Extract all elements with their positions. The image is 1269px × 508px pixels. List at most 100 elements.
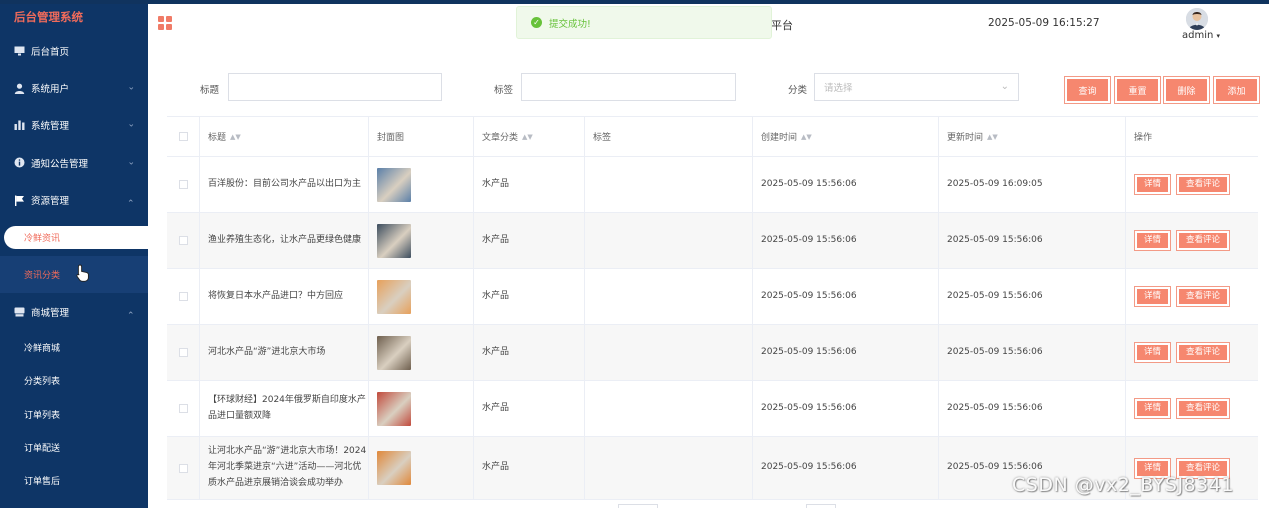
- row-title: 让河北水产品“游”进北京大市场！2024年河北季菜进京“六进”活动——河北优质水…: [200, 437, 369, 499]
- delete-button[interactable]: 删除: [1163, 76, 1210, 104]
- row-updated: 2025-05-09 16:09:05: [939, 157, 1126, 212]
- category-select[interactable]: 请选择 ⌄: [814, 73, 1019, 101]
- view-comments-button[interactable]: 查看评论: [1176, 342, 1230, 363]
- row-category: 水产品: [474, 213, 585, 268]
- add-button[interactable]: 添加: [1213, 76, 1260, 104]
- toast-message: 提交成功!: [549, 18, 591, 30]
- table-header-row: 标题 ▲▼ 封面图 文章分类 ▲▼ 标签 创建时间 ▲▼ 更新时间 ▲▼ 操作: [167, 117, 1258, 157]
- table-row[interactable]: 【环球财经】2024年俄罗斯自印度水产品进口量额双降 水产品 2025-05-0…: [167, 381, 1258, 437]
- column-header-label: 创建时间: [761, 133, 798, 143]
- row-select-cell: [167, 437, 200, 499]
- row-category: 水产品: [474, 437, 585, 499]
- tag-input[interactable]: [521, 73, 736, 101]
- sidebar-item-system-management[interactable]: 系统管理 ⌄: [0, 107, 148, 144]
- column-header-created[interactable]: 创建时间 ▲▼: [753, 117, 939, 156]
- detail-button[interactable]: 详情: [1134, 342, 1171, 363]
- sidebar-subitem-category-list[interactable]: 分类列表: [0, 364, 148, 397]
- row-created: 2025-05-09 15:56:06: [753, 213, 939, 268]
- view-comments-button[interactable]: 查看评论: [1176, 286, 1230, 307]
- row-cover-cell: [369, 269, 474, 324]
- row-checkbox[interactable]: [178, 404, 188, 413]
- table-row[interactable]: 百洋股份：目前公司水产品以出口为主 水产品 2025-05-09 15:56:0…: [167, 157, 1258, 213]
- sidebar-subitem-after-sales[interactable]: 订单售后: [0, 464, 148, 497]
- row-tag: [585, 437, 753, 499]
- article-table: 标题 ▲▼ 封面图 文章分类 ▲▼ 标签 创建时间 ▲▼ 更新时间 ▲▼ 操作 百洋股份…: [167, 116, 1258, 500]
- row-created: 2025-05-09 15:56:06: [753, 437, 939, 499]
- row-category: 水产品: [474, 325, 585, 380]
- column-header-label: 封面图: [377, 133, 405, 143]
- table-row[interactable]: 河北水产品“游”进北京大市场 水产品 2025-05-09 15:56:06 2…: [167, 325, 1258, 381]
- row-updated: 2025-05-09 15:56:06: [939, 213, 1126, 268]
- row-checkbox[interactable]: [178, 292, 188, 301]
- row-checkbox[interactable]: [178, 180, 188, 189]
- chevron-down-icon: ⌄: [127, 157, 135, 168]
- column-header-title[interactable]: 标题 ▲▼: [200, 117, 369, 156]
- detail-button[interactable]: 详情: [1134, 398, 1171, 419]
- sort-icon[interactable]: ▲▼: [522, 133, 533, 141]
- flag-icon: [14, 195, 25, 206]
- check-circle-icon: ✓: [531, 17, 542, 28]
- grid-menu-icon[interactable]: [158, 16, 172, 30]
- view-comments-button[interactable]: 查看评论: [1176, 230, 1230, 251]
- pager-stub: [618, 504, 658, 508]
- avatar[interactable]: [1186, 8, 1208, 30]
- view-comments-button[interactable]: 查看评论: [1176, 398, 1230, 419]
- sidebar-item-resources[interactable]: 资源管理 ⌄: [0, 182, 148, 219]
- sidebar-item-label: 系统管理: [31, 121, 70, 133]
- detail-button[interactable]: 详情: [1134, 286, 1171, 307]
- table-row[interactable]: 渔业养殖生态化，让水产品更绿色健康 水产品 2025-05-09 15:56:0…: [167, 213, 1258, 269]
- row-select-cell: [167, 269, 200, 324]
- sort-icon[interactable]: ▲▼: [801, 133, 812, 141]
- detail-button[interactable]: 详情: [1134, 174, 1171, 195]
- category-placeholder: 请选择: [824, 83, 853, 94]
- sidebar-subitem-cold-shop[interactable]: 冷鲜商城: [0, 331, 148, 364]
- row-created: 2025-05-09 15:56:06: [753, 269, 939, 324]
- column-header-label: 文章分类: [482, 133, 519, 143]
- row-created: 2025-05-09 15:56:06: [753, 325, 939, 380]
- row-actions: 详情 查看评论: [1126, 381, 1258, 436]
- sidebar-subitem-cold-news[interactable]: 冷鲜资讯: [4, 225, 148, 249]
- row-category: 水产品: [474, 157, 585, 212]
- sort-icon[interactable]: ▲▼: [987, 133, 998, 141]
- row-checkbox[interactable]: [178, 348, 188, 357]
- cover-thumbnail: [377, 167, 411, 202]
- column-header-label: 标题: [208, 133, 227, 143]
- row-cover-cell: [369, 437, 474, 499]
- sidebar-item-system-users[interactable]: 系统用户 ⌄: [0, 69, 148, 106]
- row-tag: [585, 213, 753, 268]
- sidebar-item-home[interactable]: 后台首页: [0, 32, 148, 69]
- column-header-actions: 操作: [1126, 117, 1258, 156]
- chevron-down-icon: ⌄: [127, 82, 135, 93]
- view-comments-button[interactable]: 查看评论: [1176, 174, 1230, 195]
- reset-button[interactable]: 重置: [1114, 76, 1161, 104]
- sidebar-item-shop[interactable]: 商城管理 ⌄: [0, 293, 148, 330]
- cover-thumbnail: [377, 451, 411, 485]
- select-all-checkbox[interactable]: [178, 132, 188, 141]
- sidebar-subitem-news-category[interactable]: 资讯分类: [0, 255, 148, 294]
- info-icon: [14, 157, 25, 168]
- brand-title: 后台管理系统: [14, 10, 83, 24]
- column-header-label: 更新时间: [947, 133, 984, 143]
- row-actions: 详情 查看评论: [1126, 213, 1258, 268]
- column-header-category[interactable]: 文章分类 ▲▼: [474, 117, 585, 156]
- sidebar-item-notice[interactable]: 通知公告管理 ⌄: [0, 144, 148, 181]
- row-checkbox[interactable]: [178, 463, 188, 473]
- title-input[interactable]: [228, 73, 442, 101]
- sidebar-subitem-order-list[interactable]: 订单列表: [0, 398, 148, 431]
- row-category: 水产品: [474, 269, 585, 324]
- column-header-label: 操作: [1134, 133, 1153, 143]
- row-cover-cell: [369, 381, 474, 436]
- column-header-updated[interactable]: 更新时间 ▲▼: [939, 117, 1126, 156]
- row-actions: 详情 查看评论: [1126, 157, 1258, 212]
- chevron-down-icon: ⌄: [127, 119, 135, 130]
- user-menu[interactable]: admin ▾: [1182, 30, 1220, 41]
- monitor-icon: [14, 45, 25, 56]
- table-row[interactable]: 将恢复日本水产品进口？中方回应 水产品 2025-05-09 15:56:06 …: [167, 269, 1258, 325]
- detail-button[interactable]: 详情: [1134, 230, 1171, 251]
- row-checkbox[interactable]: [178, 236, 188, 245]
- sort-icon[interactable]: ▲▼: [230, 133, 241, 141]
- row-select-cell: [167, 213, 200, 268]
- query-button[interactable]: 查询: [1064, 76, 1111, 104]
- sidebar-subitem-order-delivery[interactable]: 订单配送: [0, 431, 148, 464]
- row-select-cell: [167, 381, 200, 436]
